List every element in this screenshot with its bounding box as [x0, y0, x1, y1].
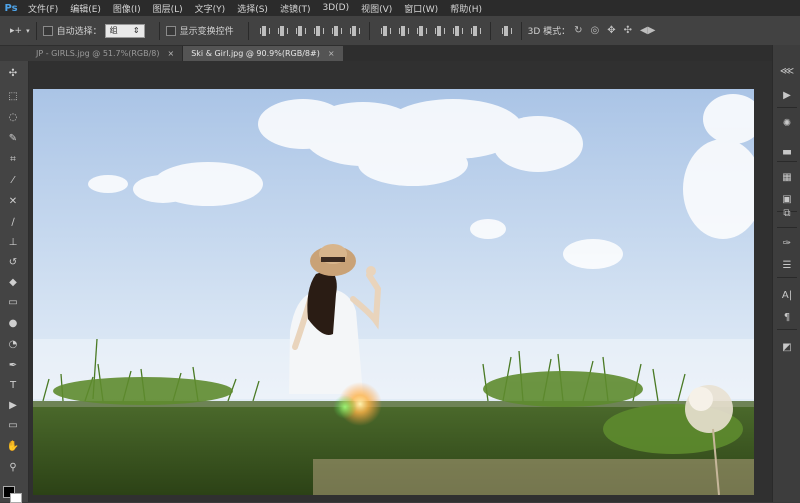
menu-bar: Ps 文件(F) 编辑(E) 图像(I) 图层(L) 文字(Y) 选择(S) 滤… [0, 0, 800, 16]
auto-select-label: 自动选择： [56, 27, 102, 37]
menu-image[interactable]: 图像(I) [107, 2, 147, 15]
align-vcenter-icon[interactable] [277, 25, 288, 36]
panel-collapse-icon[interactable]: ⋘ [779, 63, 795, 79]
brush-presets-icon[interactable]: ✑ [779, 235, 795, 251]
menu-view[interactable]: 视图(V) [355, 2, 398, 15]
dropdown-arrow-icon: ⇕ [132, 25, 140, 35]
play-actions-icon[interactable]: ▶ [779, 87, 795, 103]
auto-align-layers-icon[interactable] [501, 25, 512, 36]
options-bar: ▸+ ▾ 自动选择： 组 ⇕ 显示变换控件 3D 模式： ↻ ◎ ✥ ✣ ◀▶ [0, 16, 800, 46]
document-image[interactable] [33, 89, 754, 495]
divider [777, 107, 797, 108]
tab-label: JP - GIRLS.jpg @ 51.7%(RGB/8) [36, 49, 160, 58]
healing-brush-tool-icon[interactable]: ✕ [4, 193, 22, 209]
panel-dock: ⋘ ▶ ✺ ▃ ▦ ▣ ⧉ ✑ ☰ A| ¶ ◩ [772, 45, 800, 502]
crop-tool-icon[interactable]: ⌗ [4, 151, 22, 167]
path-select-tool-icon[interactable]: ▶ [4, 397, 22, 413]
close-icon[interactable]: × [328, 49, 335, 58]
eraser-tool-icon[interactable]: ◆ [4, 274, 22, 290]
menu-filter[interactable]: 滤镜(T) [274, 2, 317, 15]
divider [777, 161, 797, 162]
auto-select-dropdown[interactable]: 组 ⇕ [104, 23, 145, 38]
blur-tool-icon[interactable]: ● [4, 315, 22, 331]
3d-panel-icon[interactable]: ◩ [779, 339, 795, 355]
distribute-left-icon[interactable] [434, 25, 445, 36]
hand-tool-icon[interactable]: ✋ [4, 438, 22, 454]
tab-ski-girl[interactable]: Ski & Girl.jpg @ 90.9%(RGB/8#) × [183, 46, 343, 61]
divider [158, 21, 160, 40]
marquee-tool-icon[interactable]: ⬚ [4, 88, 22, 104]
auto-select-value: 组 [109, 25, 118, 35]
layer-comps-icon[interactable]: ⧉ [779, 205, 795, 221]
divider [368, 21, 370, 40]
history-brush-tool-icon[interactable]: ↺ [4, 254, 22, 270]
adjustments-icon[interactable]: ✺ [779, 115, 795, 131]
move-tool-preset-picker[interactable]: ▸+ [10, 26, 22, 36]
paragraph-icon[interactable]: ¶ [779, 309, 795, 325]
show-transform-label: 显示变换控件 [179, 27, 234, 37]
document-tab-bar: JP - GIRLS.jpg @ 51.7%(RGB/8) × Ski & Gi… [28, 45, 772, 61]
3d-pan-icon[interactable]: ✥ [607, 25, 615, 36]
character-icon[interactable]: A| [779, 287, 795, 303]
3d-slide-icon[interactable]: ✣ [624, 25, 632, 36]
show-transform-checkbox[interactable] [165, 25, 176, 36]
clone-stamp-tool-icon[interactable]: ⊥ [4, 234, 22, 250]
divider [247, 21, 249, 40]
photo-girl-on-wall [33, 89, 754, 495]
3d-rotate-icon[interactable]: ↻ [574, 25, 582, 36]
menu-select[interactable]: 选择(S) [231, 2, 274, 15]
distribute-hcenter-icon[interactable] [452, 25, 463, 36]
align-right-icon[interactable] [349, 25, 360, 36]
3d-mode-label: 3D 模式： [527, 27, 571, 37]
lasso-tool-icon[interactable]: ◌ [4, 109, 22, 125]
menu-3d[interactable]: 3D(D) [316, 3, 355, 13]
dodge-tool-icon[interactable]: ◔ [4, 336, 22, 352]
3d-scale-icon[interactable]: ◀▶ [640, 25, 655, 36]
zoom-tool-icon[interactable]: ⚲ [4, 459, 22, 475]
distribute-right-icon[interactable] [470, 25, 481, 36]
menu-help[interactable]: 帮助(H) [444, 2, 488, 15]
auto-select-checkbox[interactable] [42, 25, 53, 36]
menu-type[interactable]: 文字(Y) [189, 2, 232, 15]
menu-layer[interactable]: 图层(L) [147, 2, 189, 15]
divider [777, 277, 797, 278]
distribute-bottom-icon[interactable] [416, 25, 427, 36]
tools-panel: ✣ ⬚ ◌ ✎ ⌗ ⁄ ✕ ∕ ⊥ ↺ ◆ ▭ ● ◔ ✒ T ▶ ▭ ✋ ⚲ [0, 61, 29, 503]
menu-edit[interactable]: 编辑(E) [64, 2, 107, 15]
gradient-tool-icon[interactable]: ▭ [4, 294, 22, 310]
tab-label: Ski & Girl.jpg @ 90.9%(RGB/8#) [191, 49, 320, 58]
chevron-down-icon[interactable]: ▾ [26, 27, 30, 35]
move-tool-icon[interactable]: ✣ [4, 65, 22, 81]
distribute-vcenter-icon[interactable] [398, 25, 409, 36]
menu-file[interactable]: 文件(F) [22, 2, 64, 15]
eyedropper-tool-icon[interactable]: ⁄ [4, 172, 22, 188]
histogram-icon[interactable]: ▃ [779, 141, 795, 157]
align-top-icon[interactable] [259, 25, 270, 36]
distribute-top-icon[interactable] [380, 25, 391, 36]
brush-tool-icon[interactable]: ∕ [4, 214, 22, 230]
swatches-icon[interactable]: ▦ [779, 169, 795, 185]
photoshop-logo: Ps [4, 2, 18, 14]
rectangle-tool-icon[interactable]: ▭ [4, 417, 22, 433]
align-bottom-icon[interactable] [295, 25, 306, 36]
align-left-icon[interactable] [313, 25, 324, 36]
close-icon[interactable]: × [168, 49, 175, 58]
quick-select-tool-icon[interactable]: ✎ [4, 130, 22, 146]
menu-window[interactable]: 窗口(W) [398, 2, 444, 15]
3d-roll-icon[interactable]: ◎ [591, 25, 600, 36]
align-hcenter-icon[interactable] [331, 25, 342, 36]
divider [777, 329, 797, 330]
tab-jp-girls[interactable]: JP - GIRLS.jpg @ 51.7%(RGB/8) × [28, 46, 184, 61]
pen-tool-icon[interactable]: ✒ [4, 357, 22, 373]
type-tool-icon[interactable]: T [4, 377, 22, 393]
tool-presets-icon[interactable]: ☰ [779, 257, 795, 273]
divider [35, 21, 37, 40]
divider [777, 227, 797, 228]
divider [520, 21, 522, 40]
divider [489, 21, 491, 40]
